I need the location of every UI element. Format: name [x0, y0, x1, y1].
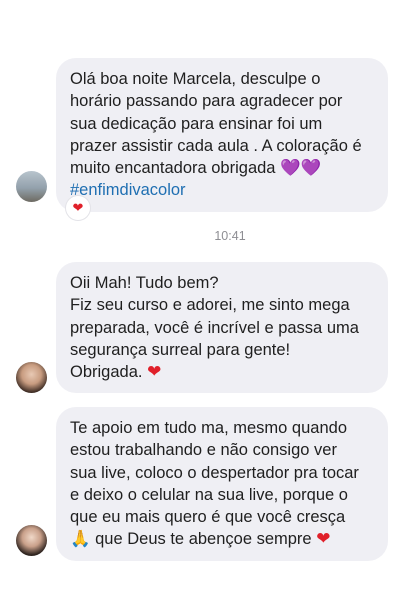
message-text-line: estou trabalhando e não consigo ver — [70, 441, 337, 460]
heart-emoji: ❤ — [316, 529, 331, 549]
message-text: que Deus te abençoe sempre — [90, 530, 317, 549]
message-text-line: sua dedicação para ensinar foi um — [70, 114, 323, 133]
message-text-line: preparada, você é incrível e passa uma — [70, 318, 359, 337]
message-text-line: Fiz seu curso e adorei, me sinto mega — [70, 296, 350, 315]
avatar[interactable] — [16, 525, 47, 556]
praying-hands-emoji: 🙏 — [70, 530, 91, 549]
purple-heart-emoji: 💜💜 — [280, 159, 322, 178]
message-bubble-2[interactable]: Oii Mah! Tudo bem? Fiz seu curso e adore… — [56, 262, 388, 394]
avatar[interactable] — [16, 362, 47, 393]
heart-reaction-icon[interactable]: ❤ — [66, 196, 90, 220]
message-text-line: Te apoio em tudo ma, mesmo quando — [70, 419, 347, 437]
message-text-line: muito encantadora obrigada 💜💜 — [70, 157, 374, 179]
message-text-line: prazer assistir cada aula . A coloração … — [70, 136, 362, 155]
message-text: Obrigada. — [70, 363, 143, 382]
message-bubble-3[interactable]: Te apoio em tudo ma, mesmo quando estou … — [56, 407, 388, 561]
message-text-line: que eu mais quero é que você cresça — [70, 508, 346, 527]
message-text-line: Oii Mah! Tudo bem? — [70, 274, 219, 292]
message-bubble-1[interactable]: Olá boa noite Marcela, desculpe o horári… — [56, 58, 388, 212]
message-text-line: segurança surreal para gente! — [70, 340, 291, 359]
message-text-line: Obrigada. ❤ — [70, 361, 374, 383]
message-text-line: 🙏 que Deus te abençoe sempre ❤ — [70, 528, 374, 550]
avatar[interactable] — [16, 171, 47, 202]
timestamp: 10:41 — [214, 229, 246, 243]
message-text-line: horário passando para agradecer por — [70, 92, 343, 111]
message-text: muito encantadora obrigada — [70, 159, 276, 178]
heart-emoji: ❤ — [147, 362, 162, 382]
message-text-line: sua live, coloco o despertador pra tocar — [70, 463, 359, 482]
message-text-line: Olá boa noite Marcela, desculpe o — [70, 70, 321, 88]
message-text-line: e deixo o celular na sua live, porque o — [70, 485, 348, 504]
hashtag-link[interactable]: #enfimdivacolor — [70, 179, 374, 201]
